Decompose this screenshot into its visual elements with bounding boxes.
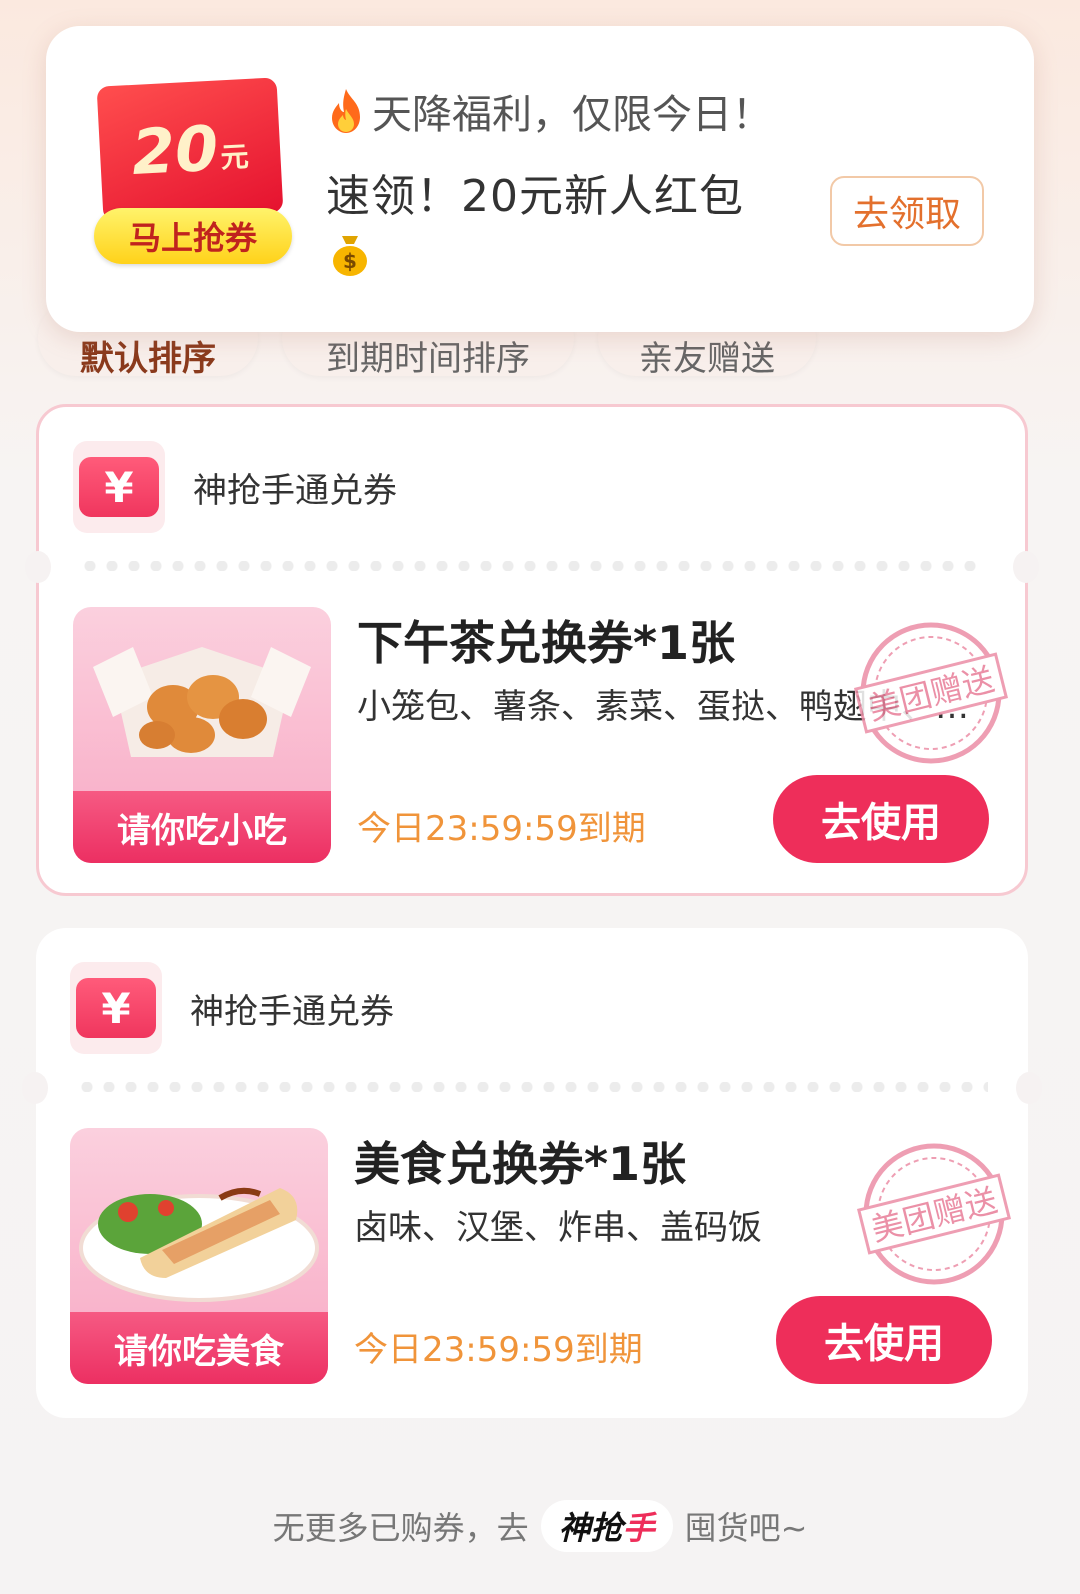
card-notch-right <box>1016 1072 1042 1104</box>
voucher-header: ¥ 神抢手通兑券 <box>73 441 397 533</box>
claim-button[interactable]: 去领取 <box>830 176 984 246</box>
voucher-title: 下午茶兑换券*1张 <box>357 616 736 670</box>
snack-box-image <box>93 647 311 757</box>
brand-name-part2: 手 <box>622 1509 655 1547</box>
footer-text-before: 无更多已购券，去 <box>272 1509 529 1547</box>
coupon-ticket-graphic: 20 元 马上抢券 <box>94 77 292 264</box>
dotted-divider <box>76 1082 988 1092</box>
card-notch-left <box>25 551 51 583</box>
promo-banner[interactable]: 20 元 马上抢券 天降福利，仅限今日！ 速领！20元新人红包 $ 去领取 <box>46 26 1034 332</box>
dotted-divider <box>79 561 985 571</box>
money-bag-icon: $ <box>333 236 367 276</box>
voucher-header: ¥ 神抢手通兑券 <box>70 962 394 1054</box>
card-notch-right <box>1013 551 1039 583</box>
wrap-meal-image <box>79 1187 319 1302</box>
card-notch-left <box>22 1072 48 1104</box>
gift-stamp: 美团赠送 <box>853 622 1009 764</box>
footer-text-after: 囤货吧~ <box>684 1509 808 1547</box>
voucher-header-title: 神抢手通兑券 <box>190 991 394 1032</box>
shenqiangshou-link[interactable]: 神抢手 <box>540 1500 673 1552</box>
gift-stamp: 美团赠送 <box>856 1143 1012 1285</box>
voucher-card: ¥ 神抢手通兑券 请你吃美食 美食兑换券*1张 卤味、汉堡、炸串、盖码饭 美团赠… <box>22 928 1042 1418</box>
voucher-header-title: 神抢手通兑券 <box>193 470 397 511</box>
banner-line1: 天降福利，仅限今日！ <box>372 92 772 138</box>
ticket-amount-unit: 元 <box>219 139 250 174</box>
banner-headline: 天降福利，仅限今日！ <box>326 82 772 140</box>
use-voucher-button[interactable]: 去使用 <box>776 1296 992 1384</box>
thumbnail-label: 请你吃小吃 <box>73 791 331 863</box>
fire-icon <box>332 89 360 133</box>
svg-text:$: $ <box>343 249 357 273</box>
yen-coupon-icon: ¥ <box>70 962 162 1054</box>
yen-coupon-icon: ¥ <box>73 441 165 533</box>
ticket-cta: 马上抢券 <box>94 208 292 264</box>
voucher-expiry: 今日23:59:59到期 <box>357 809 646 849</box>
ticket-amount-value: 20 <box>130 111 220 189</box>
voucher-thumbnail: 请你吃美食 <box>70 1128 328 1384</box>
brand-name-part1: 神抢 <box>558 1509 623 1547</box>
thumbnail-label: 请你吃美食 <box>70 1312 328 1384</box>
banner-line2: 速领！20元新人红包 <box>326 171 744 222</box>
voucher-title: 美食兑换券*1张 <box>354 1137 687 1191</box>
banner-text: 天降福利，仅限今日！ 速领！20元新人红包 $ <box>326 82 772 282</box>
ticket-amount: 20 元 <box>96 77 284 222</box>
use-voucher-button[interactable]: 去使用 <box>773 775 989 863</box>
voucher-thumbnail: 请你吃小吃 <box>73 607 331 863</box>
voucher-card: ¥ 神抢手通兑券 请你吃小吃 下午茶兑换券*1张 小笼包、薯条、素菜、蛋挞、鸭翅… <box>25 404 1039 896</box>
list-footer: 无更多已购券，去 神抢手 囤货吧~ <box>0 1496 1080 1556</box>
voucher-expiry: 今日23:59:59到期 <box>354 1330 643 1370</box>
